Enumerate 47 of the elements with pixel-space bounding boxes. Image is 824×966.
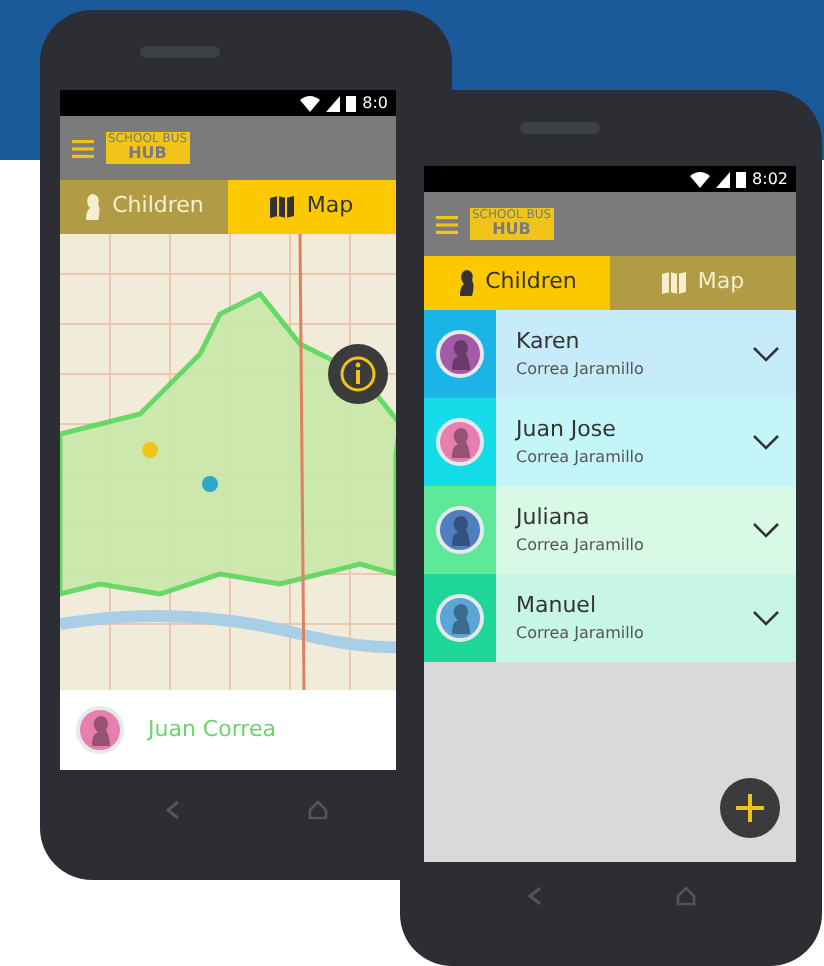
menu-icon [436,215,458,233]
tab[interactable]: Children [424,256,610,310]
signal-icon [716,171,731,187]
back-icon [164,800,180,820]
avatar-icon [436,330,484,378]
chevron-down-icon [752,610,780,626]
child-row[interactable]: Juliana Correa Jaramillo [496,486,796,574]
avatar-icon [436,594,484,642]
child-icon [84,194,101,220]
child-icon [457,270,474,296]
avatar-icon [436,506,484,554]
map-icon [270,196,295,218]
avatar-icon [436,418,484,466]
map-icon [661,272,686,294]
home-icon [675,886,696,906]
wifi-icon [690,171,711,187]
home-icon [308,800,328,820]
child-name: Juan Jose [516,413,618,446]
battery-icon [736,171,747,187]
info-icon [340,356,376,392]
child-surname: Correa Jaramillo [516,534,646,559]
chevron-down-icon [752,434,780,450]
menu-icon [72,139,94,157]
child-row[interactable]: Manuel Correa Jaramillo [496,574,796,662]
child-surname: Correa Jaramillo [516,622,646,647]
child-row[interactable]: Karen Correa Jaramillo [496,310,796,398]
status-time: 8:0 [362,91,388,115]
chevron-down-icon [752,346,780,362]
chevron-down-icon [752,522,780,538]
child-surname: Correa Jaramillo [516,446,646,471]
logo-text: HUB [492,222,531,238]
status-time: 8:02 [752,167,788,191]
signal-icon [326,95,341,111]
add-button[interactable] [720,778,780,838]
back-icon [526,886,543,906]
wifi-icon [300,95,321,111]
tab[interactable]: Map [228,180,396,234]
logo-text: HUB [128,146,167,162]
child-row[interactable]: Juan Jose Correa Jaramillo [496,398,796,486]
child-name: Juliana [516,501,592,534]
plus-icon [734,792,766,824]
child-name: Juan Correa [148,713,276,746]
avatar-icon [76,706,124,754]
battery-icon [346,95,357,111]
child-name: Manuel [516,589,598,622]
child-surname: Correa Jaramillo [516,358,646,383]
child-name: Karen [516,325,582,358]
